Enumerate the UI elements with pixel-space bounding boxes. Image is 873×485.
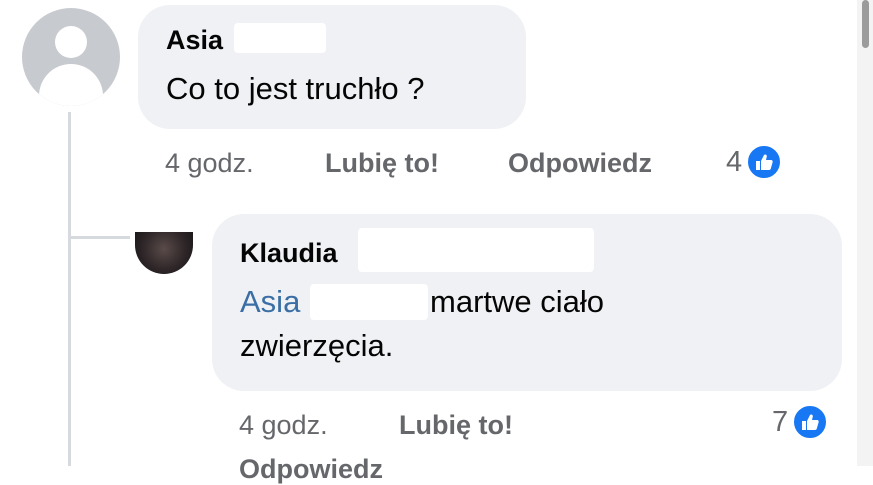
reaction-count: 7	[772, 405, 789, 438]
avatar[interactable]	[135, 232, 193, 274]
mention-link[interactable]: Asia	[240, 280, 300, 324]
comment-bubble: Asia Co to jest truchło ?	[138, 5, 526, 129]
redacted-mention-surname	[310, 284, 428, 320]
like-icon	[746, 144, 783, 180]
scrollbar-thumb[interactable]	[862, 0, 869, 48]
reaction-count: 4	[726, 145, 743, 178]
comment-time[interactable]: 4 godz.	[165, 148, 254, 179]
like-icon	[792, 404, 829, 440]
thread-connector	[68, 236, 130, 239]
reaction-summary[interactable]: 4	[726, 144, 783, 180]
comment-text: Co to jest truchło ?	[166, 71, 425, 106]
redacted-surname	[234, 23, 326, 53]
redacted-surname	[358, 228, 594, 272]
reply-button[interactable]: Odpowiedz	[239, 454, 383, 485]
reaction-summary[interactable]: 7	[772, 404, 829, 440]
like-button[interactable]: Lubię to!	[325, 148, 439, 179]
reply-time[interactable]: 4 godz.	[239, 410, 328, 441]
like-button[interactable]: Lubię to!	[399, 410, 513, 441]
avatar-default[interactable]	[22, 8, 120, 106]
reply-text-line1: martwe ciało	[430, 284, 604, 319]
reply-text-line2: zwierzęcia.	[240, 328, 394, 363]
scrollbar[interactable]	[857, 0, 873, 466]
reply-button[interactable]: Odpowiedz	[508, 148, 652, 179]
avatar-head-shape	[55, 26, 87, 58]
thread-line	[68, 112, 71, 466]
comment-author[interactable]: Asia	[166, 25, 223, 56]
avatar-body-shape	[39, 64, 103, 106]
reply-bubble: Klaudia Asia martwe ciało zwierzęcia.	[212, 214, 842, 391]
reply-author[interactable]: Klaudia	[240, 238, 338, 269]
